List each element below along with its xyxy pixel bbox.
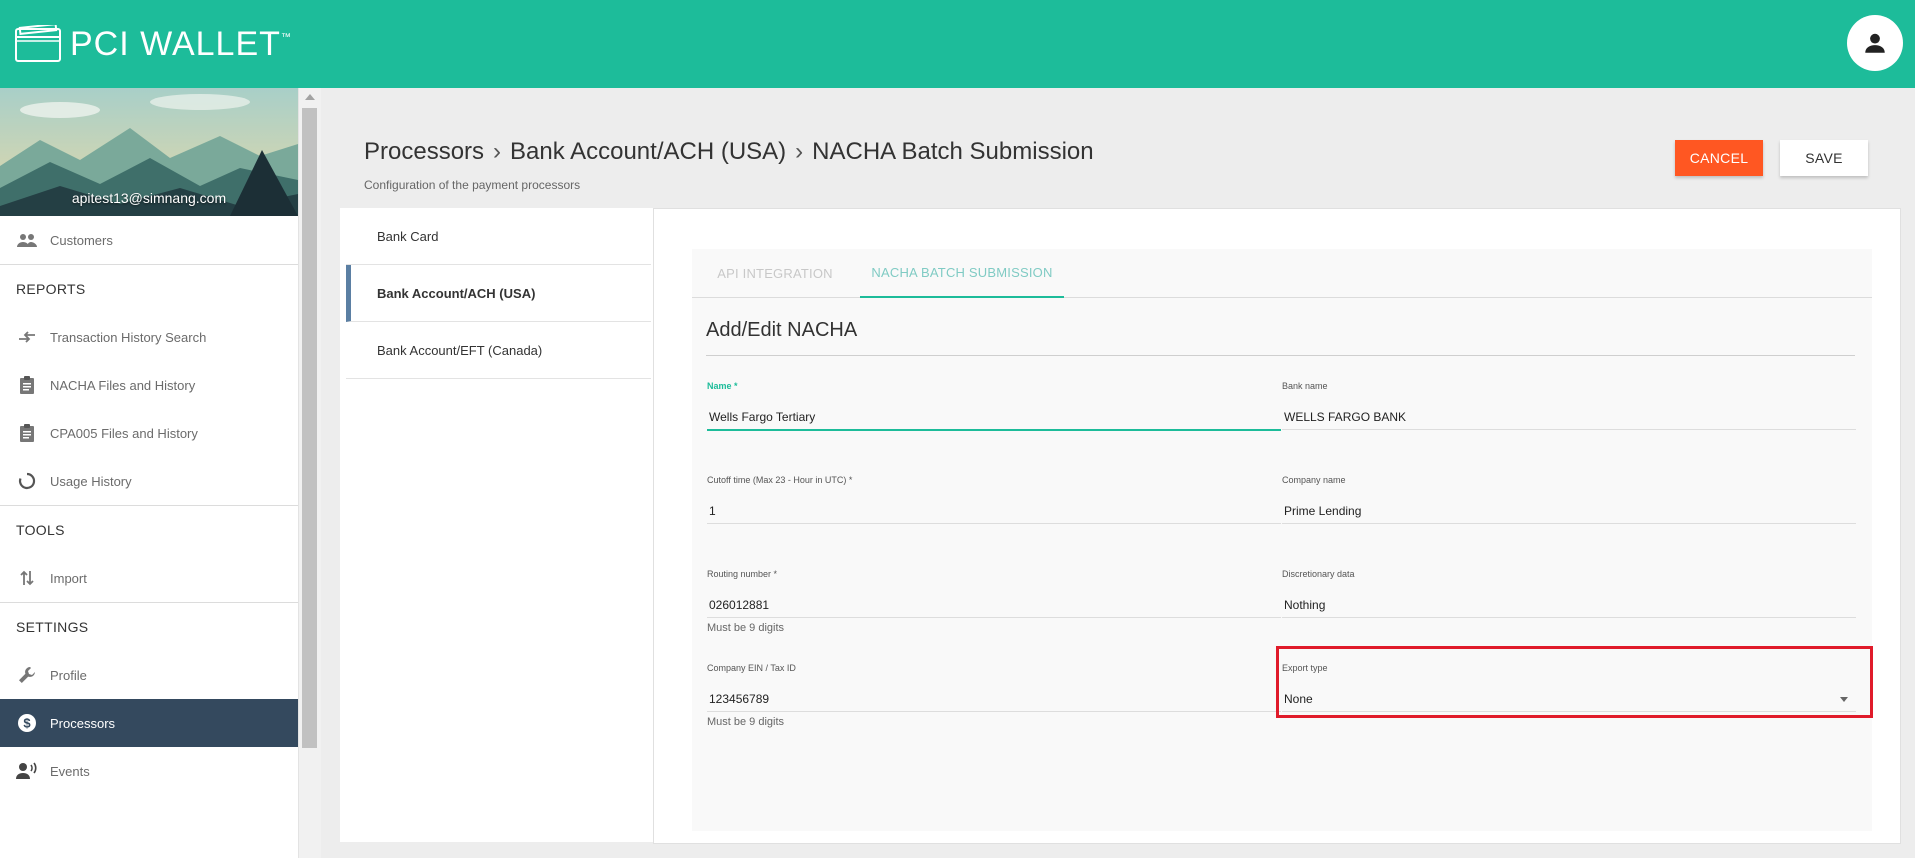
routing-number-label: Routing number * (707, 569, 778, 579)
company-name-field: Company name Prime Lending (1282, 475, 1856, 524)
clipboard-icon (16, 374, 38, 396)
processor-item-bank-account-eft[interactable]: Bank Account/EFT (Canada) (346, 322, 651, 379)
sidebar-item-label: Transaction History Search (50, 329, 207, 345)
svg-text:$: $ (23, 716, 31, 731)
scroll-up-arrow-icon[interactable] (305, 94, 315, 100)
name-input[interactable]: Wells Fargo Tertiary (707, 405, 1281, 431)
tab-bar: API INTEGRATION NACHA BATCH SUBMISSION (692, 249, 1872, 298)
person-icon (1865, 33, 1885, 53)
breadcrumb-processors[interactable]: Processors (364, 138, 484, 166)
routing-number-hint: Must be 9 digits (707, 622, 785, 634)
sidebar-item-label: Usage History (50, 473, 132, 489)
cutoff-time-input[interactable]: 1 (707, 499, 1281, 524)
save-button[interactable]: SAVE (1780, 140, 1868, 176)
processor-item-bank-account-ach[interactable]: Bank Account/ACH (USA) (346, 265, 651, 322)
processor-item-bank-card[interactable]: Bank Card (346, 208, 651, 265)
sidebar-item-label: Import (50, 570, 87, 586)
discretionary-data-label: Discretionary data (1282, 569, 1355, 579)
sidebar-item-nacha-files[interactable]: NACHA Files and History (0, 361, 298, 409)
sidebar-item-processors[interactable]: $ Processors (0, 699, 298, 747)
routing-number-input[interactable]: 026012881 (707, 593, 1281, 618)
sidebar: apitest13@simnang.com Customers REPORTS … (0, 88, 298, 858)
sidebar-profile-banner: apitest13@simnang.com (0, 88, 298, 216)
top-bar: PCI WALLET™ (0, 0, 1915, 88)
chevron-right-icon: › (795, 138, 804, 165)
processor-type-list: Bank Card Bank Account/ACH (USA) Bank Ac… (340, 208, 653, 842)
sidebar-item-label: Events (50, 763, 90, 779)
cutoff-time-field: Cutoff time (Max 23 - Hour in UTC) * 1 (707, 475, 1281, 524)
sidebar-item-profile[interactable]: Profile (0, 651, 298, 699)
name-label: Name * (707, 381, 738, 391)
sidebar-item-usage-history[interactable]: Usage History (0, 457, 298, 505)
processor-config-panel: API INTEGRATION NACHA BATCH SUBMISSION A… (653, 208, 1901, 844)
nacha-form-card: API INTEGRATION NACHA BATCH SUBMISSION A… (692, 249, 1872, 831)
sidebar-item-events[interactable]: Events (0, 747, 298, 795)
company-name-input[interactable]: Prime Lending (1282, 499, 1856, 524)
swap-arrows-icon (16, 326, 38, 348)
breadcrumb: Processors › Bank Account/ACH (USA) › NA… (364, 138, 1094, 166)
company-ein-input[interactable]: 123456789 (707, 687, 1281, 712)
bank-name-field: Bank name WELLS FARGO BANK (1282, 381, 1856, 430)
brand-logo[interactable]: PCI WALLET™ (14, 24, 292, 64)
section-settings-heading: SETTINGS (16, 619, 89, 635)
form-title: Add/Edit NACHA (706, 319, 858, 341)
sidebar-item-label: NACHA Files and History (50, 377, 196, 393)
account-avatar-button[interactable] (1847, 15, 1903, 71)
breadcrumb-nacha-batch-submission: NACHA Batch Submission (812, 138, 1094, 165)
wrench-icon (16, 664, 38, 686)
brand-name: PCI WALLET™ (70, 25, 292, 63)
tab-api-integration[interactable]: API INTEGRATION (692, 249, 858, 297)
sidebar-item-transaction-history-search[interactable]: Transaction History Search (0, 313, 298, 361)
company-ein-hint: Must be 9 digits (707, 716, 785, 728)
sidebar-item-label: CPA005 Files and History (50, 425, 198, 441)
sidebar-scrollbar[interactable] (298, 88, 321, 858)
dollar-circle-icon: $ (16, 712, 38, 734)
name-field: Name * Wells Fargo Tertiary (707, 381, 1281, 431)
sidebar-item-label: Processors (50, 715, 116, 731)
import-arrows-icon (16, 567, 38, 589)
routing-number-field: Routing number * 026012881 Must be 9 dig… (707, 569, 1281, 634)
tab-nacha-batch-submission[interactable]: NACHA BATCH SUBMISSION (860, 249, 1064, 298)
scrollbar-thumb[interactable] (302, 108, 317, 748)
circle-progress-icon (16, 470, 38, 492)
sidebar-item-label: Customers (50, 232, 113, 248)
chevron-right-icon: › (493, 138, 502, 165)
cancel-button[interactable]: CANCEL (1675, 140, 1763, 176)
bank-name-input[interactable]: WELLS FARGO BANK (1282, 405, 1856, 430)
section-tools-heading: TOOLS (16, 522, 65, 538)
clipboard-icon (16, 422, 38, 444)
sidebar-item-customers[interactable]: Customers (0, 216, 298, 264)
page-subtitle: Configuration of the payment processors (364, 178, 581, 192)
section-reports-heading: REPORTS (16, 281, 86, 297)
breadcrumb-bank-account-ach[interactable]: Bank Account/ACH (USA) (510, 138, 786, 166)
discretionary-data-field: Discretionary data Nothing (1282, 569, 1856, 618)
sidebar-item-label: Profile (50, 667, 87, 683)
company-ein-label: Company EIN / Tax ID (707, 663, 796, 673)
user-email: apitest13@simnang.com (71, 190, 227, 206)
company-name-label: Company name (1282, 475, 1346, 485)
sidebar-item-import[interactable]: Import (0, 554, 298, 602)
company-ein-field: Company EIN / Tax ID 123456789 Must be 9… (707, 663, 1281, 728)
bank-name-label: Bank name (1282, 381, 1328, 391)
divider (706, 355, 1855, 356)
people-icon (16, 229, 38, 251)
wallet-icon (15, 25, 61, 62)
sidebar-item-cpa005-files[interactable]: CPA005 Files and History (0, 409, 298, 457)
highlight-annotation-box (1276, 646, 1873, 718)
discretionary-data-input[interactable]: Nothing (1282, 593, 1856, 618)
cutoff-time-label: Cutoff time (Max 23 - Hour in UTC) * (707, 475, 853, 485)
speaker-person-icon (16, 760, 38, 782)
